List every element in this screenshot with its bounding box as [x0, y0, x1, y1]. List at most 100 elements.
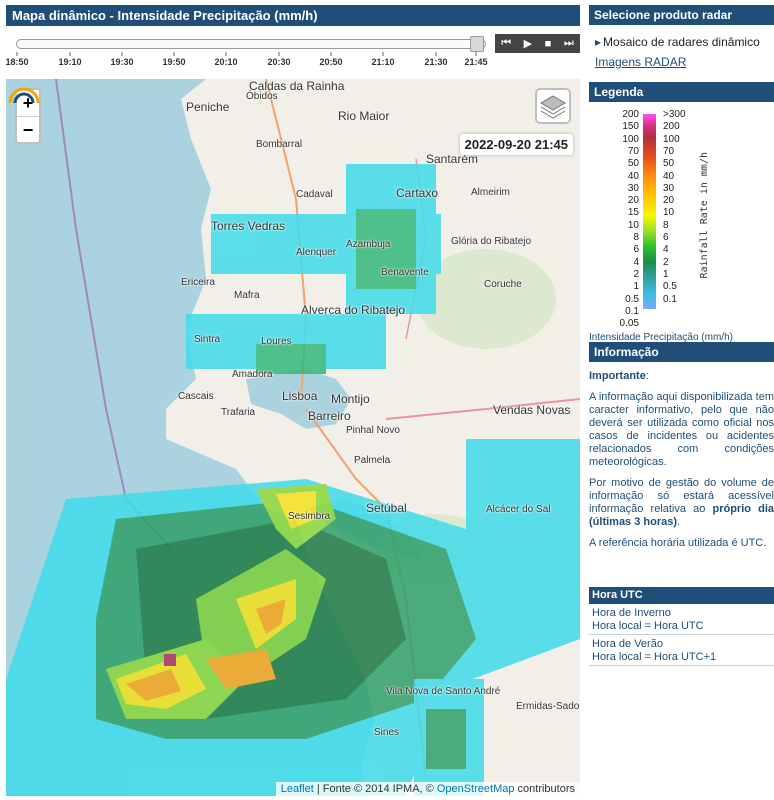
legend-right-value: 10: [663, 207, 675, 219]
legend-left-value: 15: [627, 207, 639, 219]
legend-right-value: 0.1: [663, 293, 677, 305]
time-tick: 21:10: [371, 52, 394, 67]
place-label: Setúbal: [366, 501, 407, 515]
legend-right-value: 50: [663, 158, 675, 170]
info-paragraph-1: A informação aqui disponibilizada tem ca…: [589, 391, 774, 468]
winter-row: Hora de Inverno Hora local = Hora UTC: [589, 604, 774, 635]
place-label: Azambuja: [346, 239, 391, 250]
layers-button[interactable]: [535, 88, 571, 124]
legend-left-value: 4: [633, 256, 639, 268]
legend-left-value: 10: [627, 219, 639, 231]
place-label: Barreiro: [308, 409, 351, 423]
place-label: Lisboa: [282, 389, 318, 403]
legend-right-value: 4: [663, 244, 669, 256]
radar-images-link[interactable]: Imagens RADAR: [595, 55, 774, 69]
place-label: Sesimbra: [288, 511, 331, 522]
legend-panel: Legenda 200 150 100 70 50 40 30 20 15 10 8 6 4 2 1 0.5 0…: [589, 82, 774, 343]
time-ticks: 18:50 19:10 19:30 19:50 20:10 20:30 20:5…: [5, 52, 580, 72]
time-tick: 21:30: [424, 52, 447, 67]
time-tick: 20:30: [267, 52, 290, 67]
legend-right-value: >300: [663, 109, 686, 120]
map-attribution: Leaflet | Fonte © 2014 IPMA, © OpenStree…: [275, 782, 580, 796]
leaflet-link[interactable]: Leaflet: [281, 783, 314, 795]
place-label: Coruche: [484, 279, 522, 290]
place-label: Vendas Novas: [493, 403, 571, 417]
legend-left-value: 100: [622, 133, 639, 145]
legend-right-value: 8: [663, 219, 669, 231]
place-label: Alenquer: [296, 247, 337, 258]
layers-icon: [540, 95, 566, 119]
rewind-button[interactable]: ⏮: [501, 37, 511, 50]
info-paragraph-2: Por motivo de gestão do volume de inform…: [589, 477, 774, 528]
place-label: Rio Maior: [338, 109, 390, 123]
legend-left-value: 200: [622, 109, 639, 120]
place-label: Palmela: [354, 455, 391, 466]
legend-left-value: 40: [627, 170, 639, 182]
place-label: Sines: [374, 727, 400, 738]
time-tick: 19:30: [110, 52, 133, 67]
page-title: Mapa dinâmico - Intensidade Precipitação…: [6, 5, 580, 26]
ipma-logo-icon: [8, 87, 40, 104]
time-tick: 21:45: [464, 52, 487, 67]
summer-label: Hora de Verão: [592, 638, 663, 650]
place-label: Sintra: [194, 334, 221, 345]
utc-header: Hora UTC: [589, 587, 774, 604]
playback-controls: ⏮ ▶ ■ ⏭: [495, 34, 580, 53]
utc-panel: Hora UTC Hora de Inverno Hora local = Ho…: [589, 587, 774, 666]
place-label: Bombarral: [256, 139, 303, 150]
time-tick: 18:50: [5, 52, 28, 67]
legend-left-value: 20: [627, 195, 639, 207]
slider-handle[interactable]: [470, 36, 484, 52]
stop-button[interactable]: ■: [545, 38, 552, 50]
radar-map[interactable]: Caldas da Rainha Peniche Óbidos Bombarra…: [6, 79, 580, 796]
place-label: Cadaval: [296, 189, 333, 200]
place-label: Almeirim: [471, 187, 510, 198]
legend-left-value: 0.05: [619, 318, 639, 330]
winter-label: Hora de Inverno: [592, 607, 671, 619]
place-label: Cascais: [178, 391, 214, 402]
legend-right-value: 40: [663, 170, 675, 182]
info-body: Importante: A informação aqui disponibil…: [589, 370, 774, 549]
time-tick: 20:10: [214, 52, 237, 67]
forward-button[interactable]: ⏭: [564, 37, 574, 50]
place-label: Benavente: [381, 267, 429, 278]
time-slider[interactable]: ⏮ ▶ ■ ⏭ 18:50 19:10 19:30 19:50 20:10 20…: [5, 30, 580, 75]
info-header: Informação: [589, 342, 774, 362]
legend-left-value: 6: [633, 244, 639, 256]
attribution-contrib: contributors: [514, 783, 575, 795]
radar-header: Selecione produto radar: [589, 5, 774, 25]
legend-header: Legenda: [589, 82, 774, 102]
legend-axis-label: Rainfall Rate in mm/h: [699, 152, 710, 279]
info-paragraph-3: A referência horária utilizada é UTC.: [589, 537, 767, 549]
place-label: Alverca do Ribatejo: [301, 303, 406, 317]
legend-color-bar: [643, 114, 656, 309]
place-label: Vila Nova de Santo André: [386, 686, 501, 697]
play-button[interactable]: ▶: [524, 37, 532, 50]
mosaic-option[interactable]: Mosaico de radares dinâmico: [595, 35, 774, 49]
place-label: Torres Vedras: [211, 219, 286, 233]
summer-value: Hora local = Hora UTC+1: [592, 651, 717, 663]
attribution-source: | Fonte © 2014 IPMA, ©: [313, 783, 437, 795]
radar-product-panel: Selecione produto radar Mosaico de radar…: [589, 5, 774, 69]
legend-right-value: 2: [663, 256, 669, 268]
legend-right-value: 6: [663, 232, 669, 243]
zoom-out-button[interactable]: −: [17, 116, 39, 142]
legend-right-value: 0.5: [663, 281, 677, 293]
legend-right-value: 70: [663, 145, 675, 157]
place-label: Óbidos: [246, 91, 278, 102]
info-panel: Informação Importante: A informação aqui…: [589, 342, 774, 558]
legend-right-value: 1: [663, 268, 669, 280]
place-label: Pinhal Novo: [346, 425, 400, 436]
place-label: Ericeira: [181, 277, 215, 288]
slider-track[interactable]: [16, 39, 486, 49]
legend-left-value: 150: [622, 121, 639, 133]
place-label: Mafra: [234, 290, 260, 301]
place-label: Loures: [261, 336, 292, 347]
important-label: Importante: [589, 370, 646, 382]
osm-link[interactable]: OpenStreetMap: [437, 783, 515, 795]
boundary: [55, 79, 172, 550]
place-label: Peniche: [186, 100, 230, 114]
place-label: Amadora: [232, 369, 273, 380]
legend-left-value: 0.5: [625, 293, 639, 305]
place-label: Cartaxo: [396, 186, 439, 200]
